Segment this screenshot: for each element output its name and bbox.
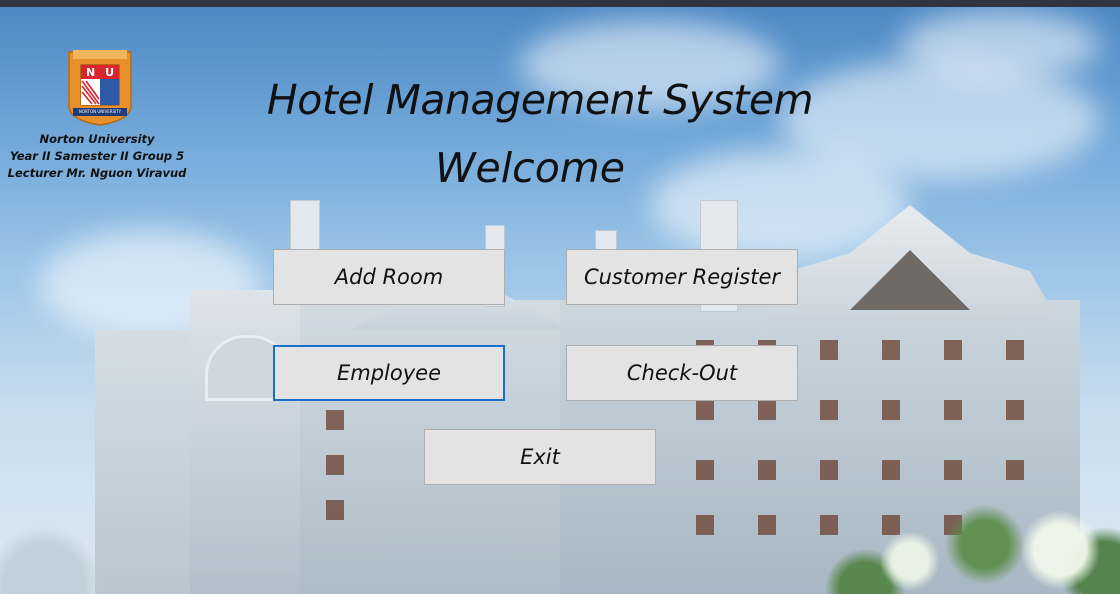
cloud: [900, 10, 1100, 80]
group-label: Year II Samester II Group 5: [9, 149, 185, 163]
building-windows: [670, 460, 1050, 480]
add-room-button[interactable]: Add Room: [273, 249, 505, 305]
university-name: Norton University: [39, 132, 155, 146]
main-window: NU NORTON UNIVERSITY Norton University Y…: [0, 0, 1120, 594]
building-windows: [300, 500, 360, 520]
foreground-trees: [820, 484, 1120, 594]
logo-banner: NORTON UNIVERSITY: [78, 109, 122, 114]
foreground-bush: [0, 504, 110, 594]
logo-letter: U: [105, 65, 115, 79]
logo-letter: N: [85, 65, 96, 79]
employee-button[interactable]: Employee: [273, 345, 505, 401]
check-out-button[interactable]: Check-Out: [566, 345, 798, 401]
welcome-heading: Welcome: [435, 144, 625, 192]
logo-letters: NU: [81, 65, 119, 79]
building-windows: [300, 410, 360, 430]
app-title: Hotel Management System: [266, 76, 814, 124]
lecturer-label: Lecturer Mr. Nguon Viravud: [7, 166, 187, 180]
customer-register-button[interactable]: Customer Register: [566, 249, 798, 305]
university-info: Norton University Year II Samester II Gr…: [2, 131, 192, 182]
building-windows: [670, 400, 1050, 420]
exit-button[interactable]: Exit: [424, 429, 656, 485]
building-windows: [300, 455, 360, 475]
ide-toolbar-strip: [0, 0, 1120, 7]
university-crest-icon: NU NORTON UNIVERSITY: [67, 48, 133, 126]
